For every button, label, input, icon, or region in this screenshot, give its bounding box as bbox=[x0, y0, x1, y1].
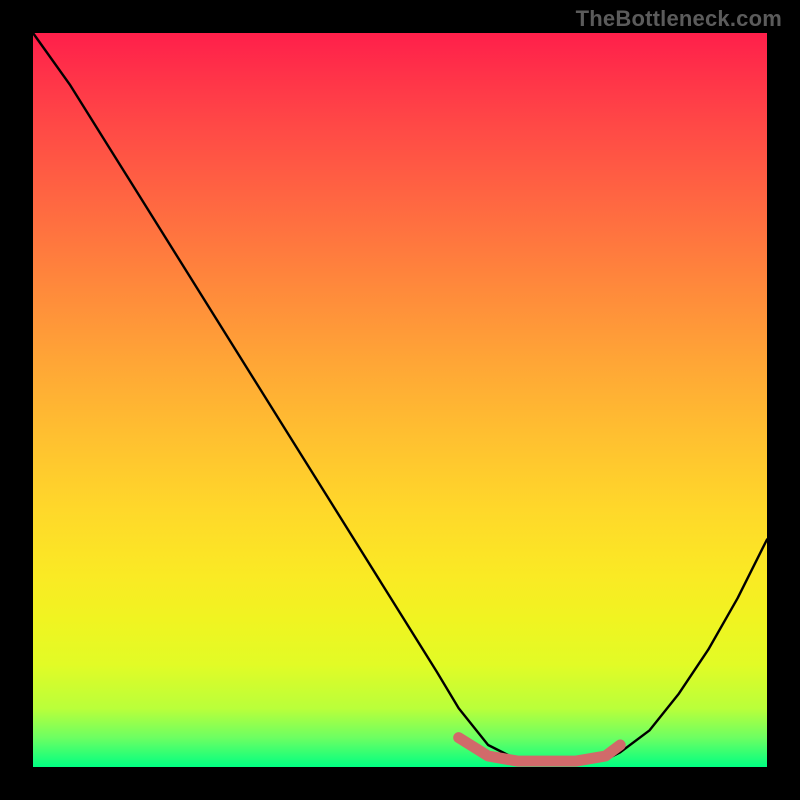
bottleneck-curve bbox=[33, 33, 767, 763]
optimal-range-marker bbox=[459, 738, 621, 762]
curve-svg bbox=[33, 33, 767, 767]
plot-area bbox=[33, 33, 767, 767]
chart-frame: TheBottleneck.com bbox=[0, 0, 800, 800]
watermark-text: TheBottleneck.com bbox=[576, 6, 782, 32]
